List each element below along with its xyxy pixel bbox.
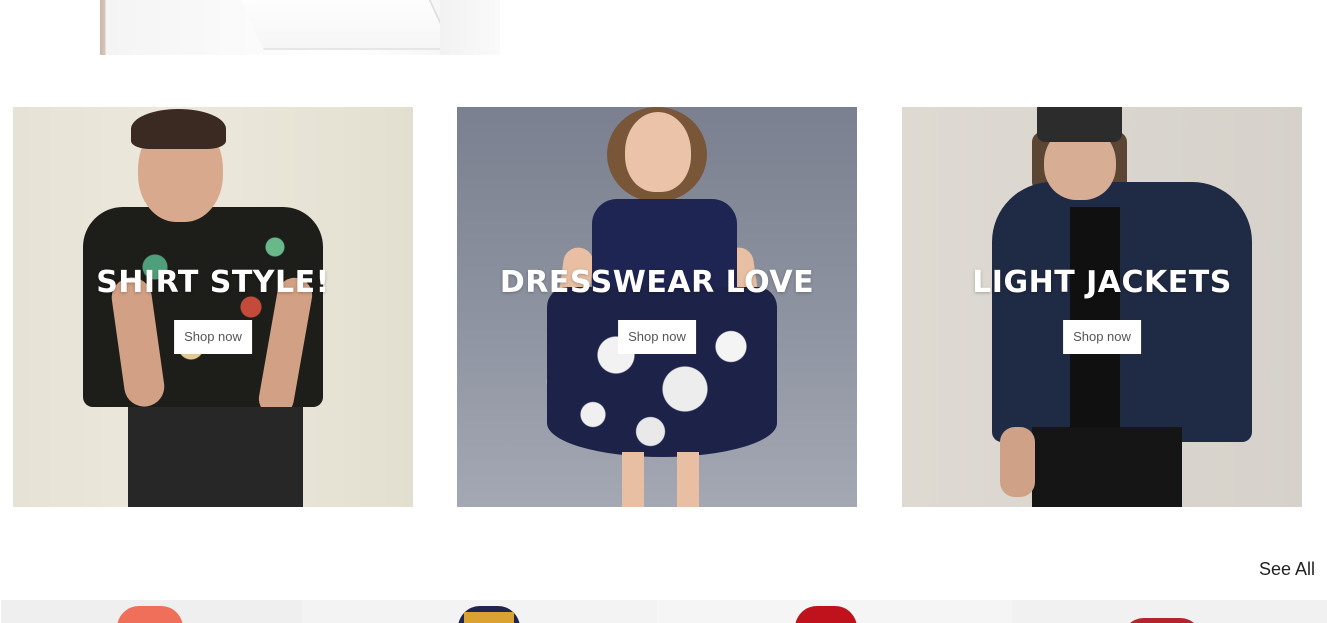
category-title: LIGHT JACKETS — [972, 265, 1232, 300]
category-card-jackets[interactable]: LIGHT JACKETS Shop now — [902, 107, 1302, 507]
banner-shade — [440, 0, 500, 55]
product-strip — [0, 600, 1327, 623]
product-image — [1122, 618, 1202, 623]
shop-now-button[interactable]: Shop now — [618, 320, 696, 354]
product-tile[interactable] — [1012, 600, 1327, 623]
category-card-shirts[interactable]: SHIRT STYLE! Shop now — [13, 107, 413, 507]
top-banner-image[interactable] — [100, 0, 500, 55]
category-title: DRESSWEAR LOVE — [499, 265, 815, 300]
product-image-band — [464, 612, 514, 623]
shirt-fold — [236, 0, 454, 50]
product-tile[interactable] — [657, 600, 1012, 623]
shop-now-button[interactable]: Shop now — [1063, 320, 1141, 354]
product-image — [795, 606, 857, 623]
shop-now-button[interactable]: Shop now — [174, 320, 252, 354]
product-tile[interactable] — [1, 600, 302, 623]
product-tile[interactable] — [302, 600, 657, 623]
product-image — [117, 606, 183, 623]
see-all-link[interactable]: See All — [1259, 559, 1315, 580]
category-title: SHIRT STYLE! — [96, 265, 330, 300]
category-card-dresses[interactable]: DRESSWEAR LOVE Shop now — [457, 107, 857, 507]
